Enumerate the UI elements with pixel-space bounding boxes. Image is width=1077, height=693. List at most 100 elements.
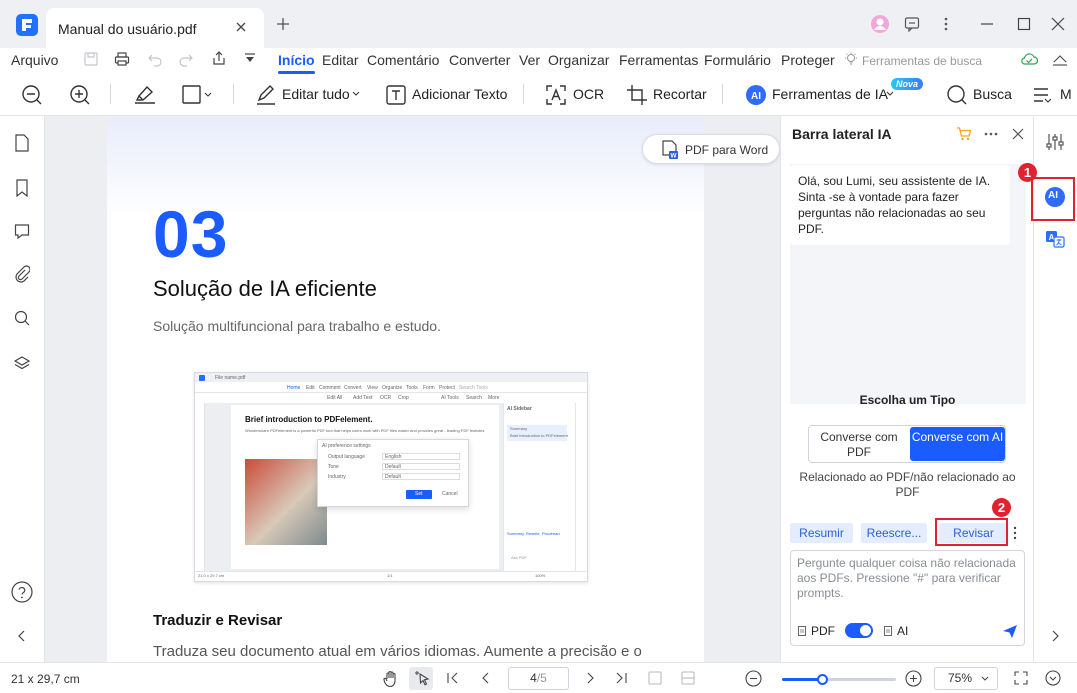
comment-icon[interactable] (14, 223, 30, 241)
ocr-button[interactable]: OCR (573, 86, 604, 102)
share-icon[interactable] (211, 50, 227, 66)
panel-more-icon[interactable] (983, 126, 999, 142)
properties-icon[interactable] (1046, 133, 1064, 151)
mini-dialog-label: Industry (328, 474, 346, 480)
search-button[interactable]: Busca (973, 86, 1012, 102)
zoom-in-icon[interactable] (69, 84, 91, 106)
collapse-left-icon[interactable] (17, 629, 27, 643)
menu-tools[interactable]: Ferramentas (619, 52, 698, 68)
previous-page-icon[interactable] (480, 672, 492, 684)
menu-home[interactable]: Início (278, 52, 315, 68)
menu-convert[interactable]: Converter (449, 52, 510, 68)
rewrite-chip[interactable]: Reescre... (861, 523, 927, 543)
menu-organize[interactable]: Organizar (548, 52, 609, 68)
menu-protect[interactable]: Proteger (781, 52, 835, 68)
ai-tools-icon[interactable]: AI (745, 84, 767, 106)
mini-dialog-cancel: Cancel (442, 491, 458, 497)
close-tab-icon[interactable] (234, 20, 248, 34)
more-prompts-icon[interactable] (1012, 526, 1018, 540)
menu-view[interactable]: Ver (519, 52, 540, 68)
menu-form[interactable]: Formulário (704, 52, 771, 68)
total-pages: /5 (536, 671, 547, 685)
chat-with-pdf-button[interactable]: Converse com PDF (809, 426, 909, 462)
select-tool-button[interactable] (409, 667, 433, 690)
next-page-icon[interactable] (584, 672, 596, 684)
mini-doc-photo (245, 459, 327, 545)
cart-icon[interactable] (956, 126, 972, 142)
undo-icon[interactable] (147, 51, 163, 67)
document-tab[interactable]: Manual do usuário.pdf (46, 8, 264, 48)
quick-access-dropdown-icon[interactable] (244, 53, 256, 65)
search-tools-link[interactable]: Ferramentas de busca (862, 54, 982, 68)
ai-mode-icon (884, 626, 892, 636)
redo-icon[interactable] (178, 51, 194, 67)
close-panel-icon[interactable] (1011, 127, 1025, 141)
ai-panel-title: Barra lateral IA (792, 126, 892, 142)
pdf-ai-toggle[interactable] (845, 623, 873, 638)
zoom-out-icon[interactable] (745, 670, 762, 687)
minimize-icon[interactable] (979, 16, 995, 32)
attachment-icon[interactable] (14, 265, 30, 283)
chevron-down-icon[interactable] (886, 90, 894, 98)
menu-file[interactable]: Arquivo (11, 52, 58, 68)
mini-dialog-title: AI preference settings (322, 443, 371, 449)
crop-button[interactable]: Recortar (653, 86, 707, 102)
avatar[interactable] (870, 14, 890, 34)
collapse-right-icon[interactable] (1050, 629, 1060, 643)
chevron-down-icon[interactable] (352, 90, 360, 98)
mini-doc-title: Brief introduction to PDFelement. (245, 415, 373, 424)
document-viewer[interactable]: 03 Solução de IA eficiente Solução multi… (45, 116, 780, 662)
hand-tool-icon[interactable] (383, 670, 399, 688)
summarize-chip[interactable]: Resumir (790, 523, 853, 543)
ai-tools-button[interactable]: Ferramentas de IA (772, 86, 888, 102)
more-options-icon[interactable] (938, 16, 954, 32)
maximize-icon[interactable] (1016, 16, 1032, 32)
pdf-to-word-button[interactable]: W PDF para Word (642, 134, 780, 164)
ocr-icon[interactable] (545, 84, 567, 106)
zoom-in-icon[interactable] (905, 670, 922, 687)
search-icon[interactable] (14, 310, 30, 328)
translate-icon[interactable]: A (1045, 229, 1065, 249)
layers-icon[interactable] (13, 354, 31, 372)
pages-icon[interactable] (14, 134, 30, 152)
page-number-input[interactable]: 4/5 (508, 667, 569, 690)
print-icon[interactable] (114, 51, 130, 67)
zoom-level-select[interactable]: 75% (934, 667, 998, 690)
ai-prompt-input[interactable]: Pergunte qualquer coisa não relacionada … (790, 550, 1025, 646)
chat-with-ai-button[interactable]: Converse com AI (910, 427, 1005, 461)
zoom-out-icon[interactable] (21, 84, 43, 106)
chat-area: Olá, sou Lumi, seu assistente de IA. Sin… (790, 164, 1026, 404)
bookmark-icon[interactable] (15, 179, 29, 197)
new-tab-icon[interactable] (276, 17, 290, 31)
expand-status-icon[interactable] (1045, 670, 1061, 686)
fit-page-icon[interactable] (1014, 671, 1028, 685)
add-text-button[interactable]: Adicionar Texto (412, 86, 507, 102)
more-button[interactable]: M (1060, 86, 1072, 102)
zoom-slider-handle[interactable] (816, 674, 828, 685)
menu-edit[interactable]: Editar (322, 52, 359, 68)
search-icon[interactable] (946, 84, 968, 106)
layout-icon[interactable] (681, 671, 695, 685)
help-icon[interactable] (11, 581, 33, 603)
menu-comment[interactable]: Comentário (367, 52, 439, 68)
send-icon[interactable] (1002, 623, 1018, 639)
pdf-mode-label: PDF (811, 624, 835, 638)
close-window-icon[interactable] (1050, 16, 1066, 32)
crop-icon[interactable] (626, 84, 648, 106)
save-icon[interactable] (83, 51, 99, 67)
feedback-icon[interactable] (904, 16, 920, 32)
more-menu-icon[interactable] (1033, 86, 1053, 104)
edit-all-button[interactable]: Editar tudo (282, 86, 350, 102)
add-text-icon[interactable] (385, 84, 407, 106)
cloud-sync-icon[interactable] (1020, 51, 1038, 67)
highlight-icon[interactable] (133, 83, 157, 105)
first-page-icon[interactable] (447, 672, 459, 684)
last-page-icon[interactable] (615, 672, 627, 684)
edit-all-icon[interactable] (255, 84, 277, 106)
mini-menu-organize: Organize (382, 385, 403, 391)
zoom-slider[interactable] (782, 674, 896, 685)
collapse-ribbon-icon[interactable] (1052, 52, 1068, 66)
page-view-icon[interactable] (648, 671, 662, 685)
mini-search-tools: Search Tools (459, 385, 488, 391)
shape-tool-icon[interactable] (182, 85, 212, 105)
